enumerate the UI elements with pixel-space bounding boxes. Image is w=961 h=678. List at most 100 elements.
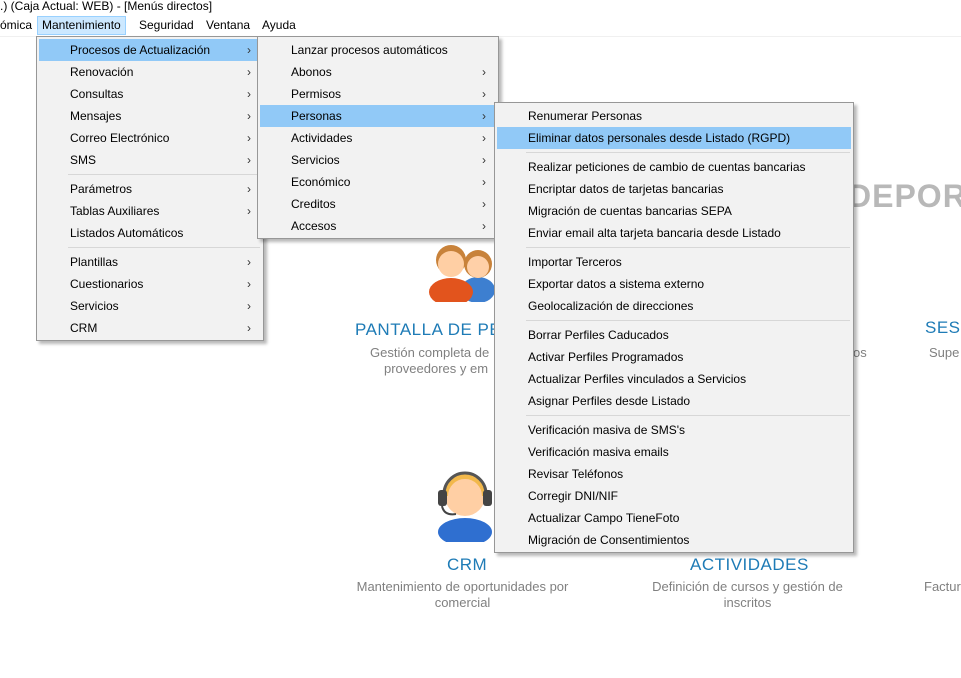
menu-item-email-alta-tarjeta[interactable]: Enviar email alta tarjeta bancaria desde…: [497, 222, 851, 244]
menu-item-actividades[interactable]: Actividades ›: [260, 127, 496, 149]
menu-item-creditos[interactable]: Creditos ›: [260, 193, 496, 215]
app-logo-text: DEPORW: [848, 178, 961, 214]
menu-item-mensajes[interactable]: Mensajes ›: [39, 105, 261, 127]
menu-item-label: Listados Automáticos: [70, 226, 184, 240]
menu-item-servicios[interactable]: Servicios ›: [260, 149, 496, 171]
menu-item-consultas[interactable]: Consultas ›: [39, 83, 261, 105]
menu-item-label: Consultas: [70, 87, 124, 101]
chevron-right-icon: ›: [247, 87, 251, 101]
headset-user-icon[interactable]: [434, 468, 496, 546]
menu-item-label: Servicios: [291, 153, 340, 167]
menu-item-label: CRM: [70, 321, 98, 335]
tile-sesiones-desc: Supe: [929, 345, 960, 360]
tile-personas-title[interactable]: PANTALLA DE PE: [355, 320, 501, 340]
menu-item-lanzar-procesos[interactable]: Lanzar procesos automáticos: [260, 39, 496, 61]
menu-item-label: Permisos: [291, 87, 342, 101]
menu-item-activar-perfiles[interactable]: Activar Perfiles Programados: [497, 346, 851, 368]
menu-item-corregir-dni[interactable]: Corregir DNI/NIF: [497, 485, 851, 507]
menu-separator: [526, 415, 850, 416]
chevron-right-icon: ›: [247, 131, 251, 145]
menu-item-verificacion-emails[interactable]: Verificación masiva emails: [497, 441, 851, 463]
menu-item-correo-electronico[interactable]: Correo Electrónico ›: [39, 127, 261, 149]
tile-sesiones-title[interactable]: SES: [925, 318, 961, 338]
menu-item-verificacion-sms[interactable]: Verificación masiva de SMS's: [497, 419, 851, 441]
menu-item-label: Creditos: [291, 197, 336, 211]
chevron-right-icon: ›: [247, 109, 251, 123]
menu-item-label: Renovación: [70, 65, 134, 79]
procesos-actualizacion-submenu: Lanzar procesos automáticos Abonos › Per…: [257, 36, 499, 239]
menu-item-listados-automaticos[interactable]: Listados Automáticos: [39, 222, 261, 244]
menu-item-encriptar-tarjetas[interactable]: Encriptar datos de tarjetas bancarias: [497, 178, 851, 200]
chevron-right-icon: ›: [247, 321, 251, 335]
menu-item-revisar-telefonos[interactable]: Revisar Teléfonos: [497, 463, 851, 485]
chevron-right-icon: ›: [247, 182, 251, 196]
chevron-right-icon: ›: [247, 277, 251, 291]
menu-separator: [526, 152, 850, 153]
menu-item-permisos[interactable]: Permisos ›: [260, 83, 496, 105]
menu-item-geolocalizacion[interactable]: Geolocalización de direcciones: [497, 295, 851, 317]
menu-seguridad[interactable]: Seguridad: [134, 16, 199, 35]
menu-item-actualizar-tienefoto[interactable]: Actualizar Campo TieneFoto: [497, 507, 851, 529]
tile-fragment-os: os: [853, 345, 867, 360]
menu-item-cambio-cuentas-bancarias[interactable]: Realizar peticiones de cambio de cuentas…: [497, 156, 851, 178]
menu-item-accesos[interactable]: Accesos ›: [260, 215, 496, 237]
tile-actividades-title[interactable]: ACTIVIDADES: [690, 555, 809, 575]
tile-crm-desc: Mantenimiento de oportunidades por comer…: [340, 579, 585, 611]
menu-item-cuestionarios[interactable]: Cuestionarios ›: [39, 273, 261, 295]
menu-item-exportar-datos[interactable]: Exportar datos a sistema externo: [497, 273, 851, 295]
chevron-right-icon: ›: [247, 299, 251, 313]
menu-ayuda[interactable]: Ayuda: [257, 16, 301, 35]
menu-item-tablas-auxiliares[interactable]: Tablas Auxiliares ›: [39, 200, 261, 222]
menu-item-plantillas[interactable]: Plantillas ›: [39, 251, 261, 273]
chevron-right-icon: ›: [482, 131, 486, 145]
chevron-right-icon: ›: [482, 87, 486, 101]
menu-item-crm[interactable]: CRM ›: [39, 317, 261, 339]
chevron-right-icon: ›: [247, 255, 251, 269]
menu-item-label: Accesos: [291, 219, 337, 233]
menu-item-procesos-actualizacion[interactable]: Procesos de Actualización ›: [39, 39, 261, 61]
menu-item-economico[interactable]: Económico ›: [260, 171, 496, 193]
window-title: .) (Caja Actual: WEB) - [Menús directos]: [0, 0, 213, 13]
menu-item-label: Parámetros: [70, 182, 133, 196]
tile-factur-desc: Factur: [924, 579, 961, 594]
menu-item-label: Procesos de Actualización: [70, 43, 211, 57]
chevron-right-icon: ›: [482, 65, 486, 79]
menu-item-label: Correo Electrónico: [70, 131, 170, 145]
menu-item-label: Económico: [291, 175, 351, 189]
menu-item-label: Personas: [291, 109, 342, 123]
menu-bar: ómica Mantenimiento Seguridad Ventana Ay…: [0, 14, 961, 37]
menu-item-renumerar-personas[interactable]: Renumerar Personas: [497, 105, 851, 127]
tile-personas-desc-line1: Gestión completa de: [370, 345, 490, 360]
tile-crm-desc-line1: Mantenimiento de oportunidades por: [356, 579, 569, 594]
menu-item-renovacion[interactable]: Renovación ›: [39, 61, 261, 83]
menu-item-borrar-perfiles[interactable]: Borrar Perfiles Caducados: [497, 324, 851, 346]
menu-item-migracion-sepa[interactable]: Migración de cuentas bancarias SEPA: [497, 200, 851, 222]
menu-item-asignar-perfiles[interactable]: Asignar Perfiles desde Listado: [497, 390, 851, 412]
chevron-right-icon: ›: [247, 65, 251, 79]
menu-item-personas[interactable]: Personas ›: [260, 105, 496, 127]
tile-crm-title[interactable]: CRM: [447, 555, 487, 575]
people-icon[interactable]: [426, 238, 496, 306]
menu-economica[interactable]: ómica: [0, 16, 37, 35]
menu-item-parametros[interactable]: Parámetros ›: [39, 178, 261, 200]
menu-item-abonos[interactable]: Abonos ›: [260, 61, 496, 83]
menu-item-label: Tablas Auxiliares: [70, 204, 160, 218]
menu-item-label: Cuestionarios: [70, 277, 144, 291]
chevron-right-icon: ›: [482, 109, 486, 123]
chevron-right-icon: ›: [482, 219, 486, 233]
tile-crm-desc-line2: comercial: [434, 595, 491, 610]
menu-item-migracion-consentimientos[interactable]: Migración de Consentimientos: [497, 529, 851, 551]
tile-actividades-desc-line2: inscritos: [723, 595, 772, 610]
tile-actividades-desc: Definición de cursos y gestión de inscri…: [635, 579, 860, 611]
menu-item-servicios[interactable]: Servicios ›: [39, 295, 261, 317]
chevron-right-icon: ›: [482, 197, 486, 211]
mantenimiento-menu: Procesos de Actualización › Renovación ›…: [36, 36, 264, 341]
menu-separator: [68, 247, 260, 248]
menu-item-eliminar-datos-rgpd[interactable]: Eliminar datos personales desde Listado …: [497, 127, 851, 149]
menu-item-importar-terceros[interactable]: Importar Terceros: [497, 251, 851, 273]
menu-item-actualizar-perfiles[interactable]: Actualizar Perfiles vinculados a Servici…: [497, 368, 851, 390]
menu-separator: [526, 320, 850, 321]
menu-mantenimiento[interactable]: Mantenimiento: [37, 16, 126, 35]
menu-item-sms[interactable]: SMS ›: [39, 149, 261, 171]
menu-ventana[interactable]: Ventana: [201, 16, 255, 35]
